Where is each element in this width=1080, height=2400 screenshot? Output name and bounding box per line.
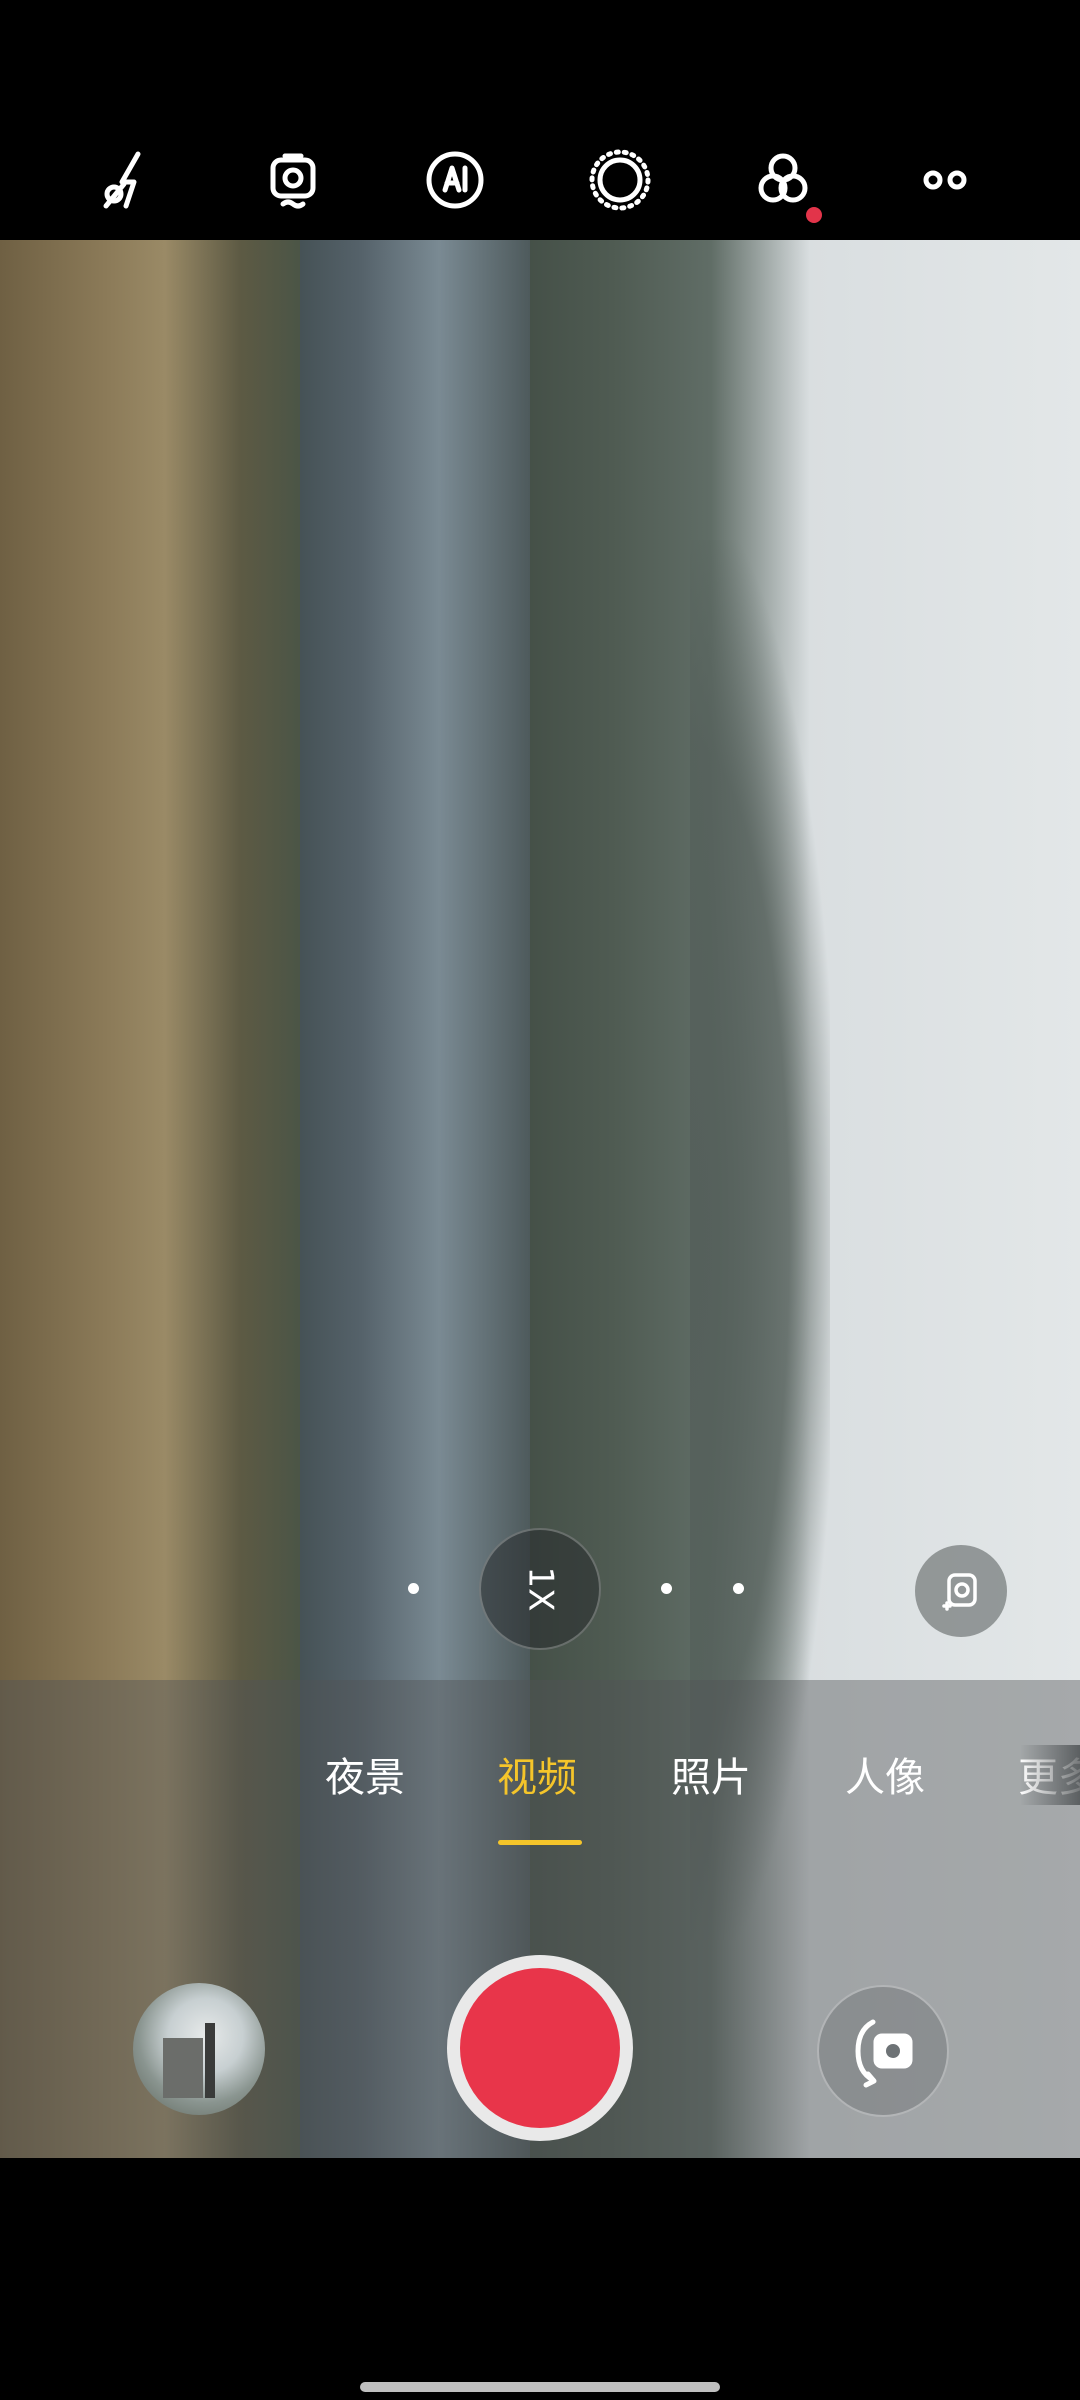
top-toolbar (0, 0, 1080, 240)
zoom-level-dot[interactable] (408, 1583, 419, 1594)
lens-icon (942, 1573, 977, 1611)
zoom-button[interactable]: 1X (479, 1528, 601, 1650)
top-toolbar-icons (0, 135, 1080, 225)
thumbnail-building (163, 2038, 203, 2098)
switch-camera-icon (855, 2019, 913, 2088)
lens-switch-button[interactable] (915, 1545, 1007, 1637)
home-indicator[interactable] (360, 2382, 720, 2392)
settings-ring-icon[interactable] (575, 135, 665, 225)
video-stabilization-icon[interactable] (248, 135, 338, 225)
ai-scene-icon[interactable] (410, 135, 500, 225)
more-icon[interactable] (900, 135, 990, 225)
mode-fade-overlay (1020, 1745, 1080, 1805)
active-mode-underline (498, 1840, 582, 1845)
mode-selector: 夜景 视频 照片 人像 更多 (0, 1745, 1080, 1845)
zoom-level-dot[interactable] (661, 1583, 672, 1594)
record-button[interactable] (447, 1955, 633, 2141)
filters-icon[interactable] (738, 135, 828, 225)
zoom-level-dot[interactable] (733, 1583, 744, 1594)
gallery-thumbnail[interactable] (133, 1983, 265, 2115)
flash-off-icon[interactable] (85, 135, 175, 225)
record-button-core (460, 1968, 620, 2128)
mode-portrait[interactable]: 人像 (845, 1745, 925, 1803)
mode-night[interactable]: 夜景 (325, 1745, 405, 1803)
switch-camera-button[interactable] (817, 1985, 949, 2117)
bottom-bar (0, 2158, 1080, 2400)
zoom-label: 1X (520, 1566, 560, 1612)
mode-photo[interactable]: 照片 (671, 1745, 751, 1803)
thumbnail-pole (205, 2023, 215, 2098)
notification-dot (806, 207, 822, 223)
mode-video[interactable]: 视频 (497, 1745, 577, 1803)
